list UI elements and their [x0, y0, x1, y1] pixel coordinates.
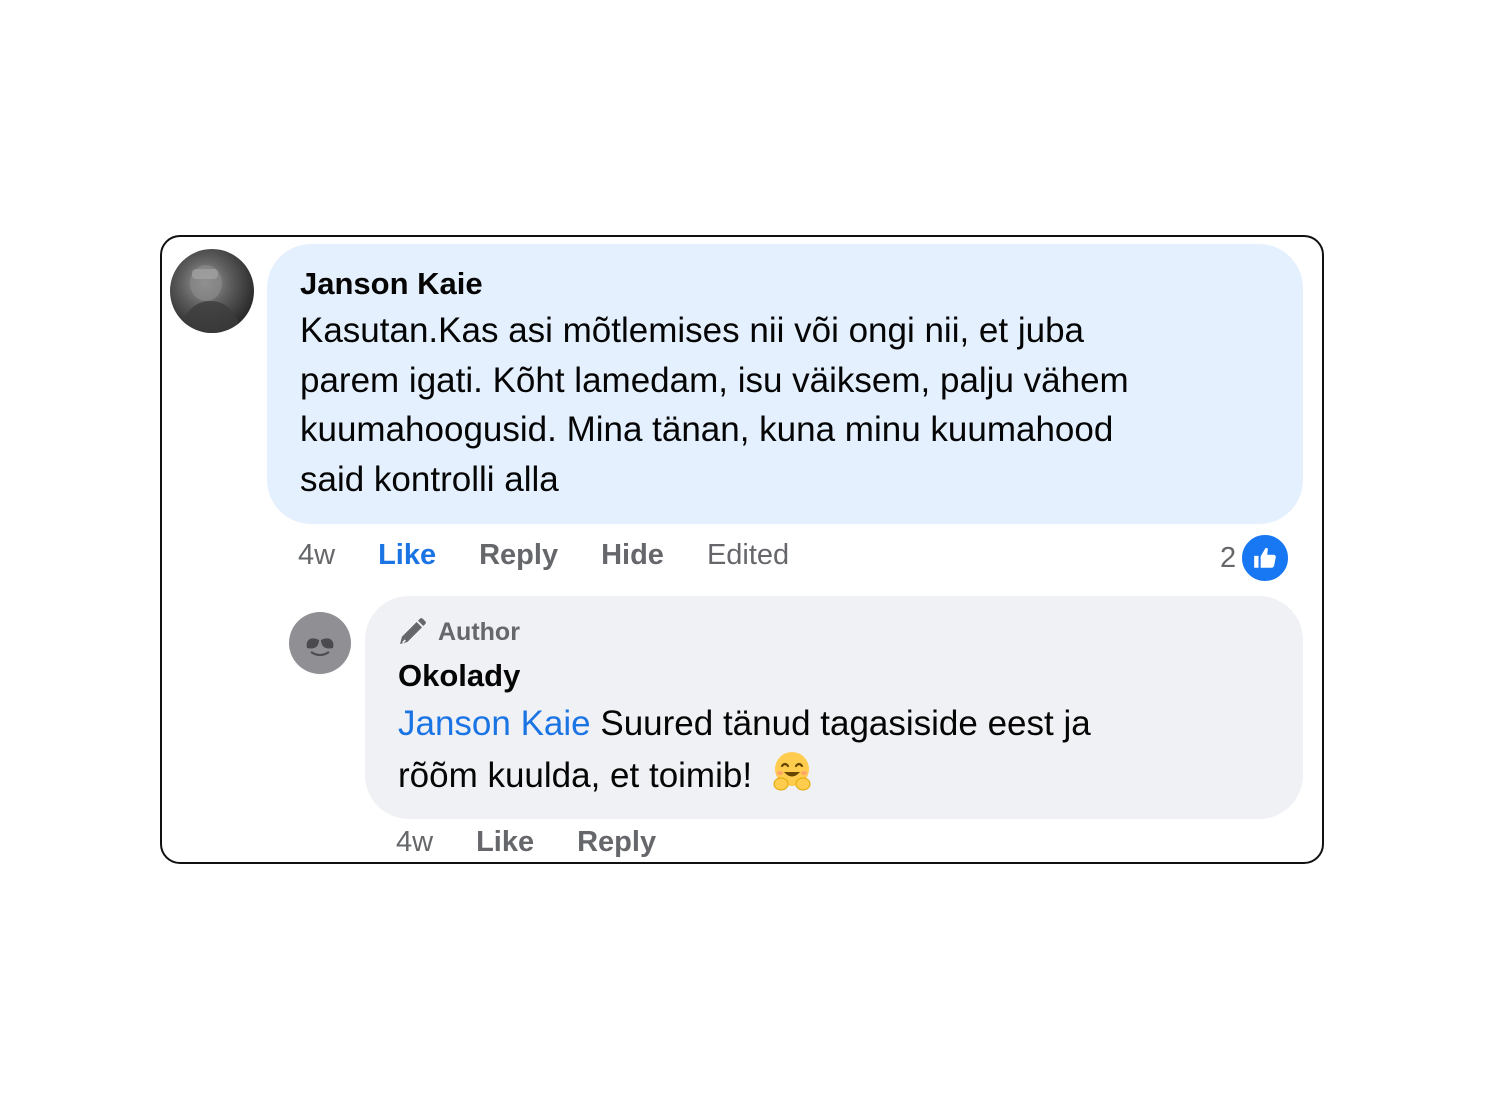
avatar[interactable] [170, 249, 254, 333]
author-badge: Author [396, 612, 520, 652]
reaction-summary[interactable]: 2 [1220, 533, 1291, 583]
reply-timestamp[interactable]: 4w [396, 826, 433, 859]
reply-actions: 4w Like Reply [396, 822, 699, 862]
mention-link[interactable]: Janson Kaie [398, 704, 591, 743]
reply-bubble: Author Okolady Janson Kaie Suured tänud … [365, 596, 1303, 819]
thumbs-up-icon [1240, 533, 1291, 583]
comment-author[interactable]: Janson Kaie [300, 266, 483, 302]
profile-photo-icon [180, 265, 242, 333]
smiling-face-with-open-hands-icon [770, 749, 814, 807]
reply-author[interactable]: Okolady [398, 658, 520, 694]
avatar[interactable] [289, 612, 351, 674]
edited-label[interactable]: Edited [707, 539, 789, 572]
pen-icon [400, 618, 426, 644]
comment-text: Kasutan.Kas asi mõtlemises nii või ongi … [300, 311, 1129, 499]
like-button[interactable]: Like [378, 539, 436, 572]
comment-thread-card: Janson Kaie Kasutan.Kas asi mõtlemises n… [160, 235, 1324, 864]
reply-text: Janson Kaie Suured tänud tagasiside eest… [398, 699, 1278, 806]
hide-button[interactable]: Hide [601, 539, 664, 572]
comment-actions: 4w Like Reply Hide Edited [298, 535, 832, 575]
comment-timestamp[interactable]: 4w [298, 539, 335, 572]
leaf-logo-icon [306, 638, 334, 656]
like-button[interactable]: Like [476, 826, 534, 859]
reaction-count: 2 [1220, 541, 1237, 574]
reply-button[interactable]: Reply [577, 826, 656, 859]
reply-button[interactable]: Reply [479, 539, 558, 572]
comment-bubble: Janson Kaie Kasutan.Kas asi mõtlemises n… [267, 244, 1303, 524]
author-badge-label: Author [438, 617, 520, 646]
